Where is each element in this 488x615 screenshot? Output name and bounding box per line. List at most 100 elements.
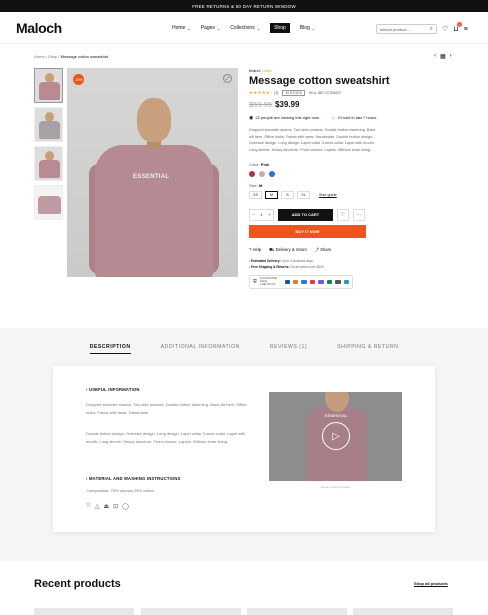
search-placeholder: search product...	[380, 27, 410, 32]
eye-icon: ◉	[249, 115, 254, 121]
thumbnail[interactable]	[34, 68, 63, 103]
color-swatch[interactable]	[269, 170, 275, 177]
cart-count-badge: 1	[456, 22, 462, 27]
size-label-text: Size:	[249, 182, 258, 188]
chevron-right-icon[interactable]: ›	[450, 53, 452, 60]
dry-clean-icon: ◯	[122, 504, 129, 510]
iron-icon: ⏏	[103, 504, 110, 510]
sold-count: ♨ 24 sold in last 7 hours	[331, 115, 376, 121]
review-count[interactable]: (3)	[274, 91, 278, 95]
nav-item-blog[interactable]: Blog ⌄	[300, 25, 315, 31]
wash-icon: ⛆	[86, 503, 91, 509]
recent-product-card[interactable]	[141, 608, 241, 615]
selected-size: M	[259, 182, 263, 188]
buy-now-button[interactable]: BUY IT NOW	[249, 224, 366, 238]
live-stats: ◉ 22 people are viewing this right now ♨ 2…	[249, 115, 459, 121]
announcement-bar: FREE RETURNS & 60 DAY RETURN WINDOW	[0, 0, 488, 12]
search-input[interactable]: search product... ⌕	[376, 24, 437, 34]
zoom-icon[interactable]: ⤢	[223, 74, 232, 83]
size-option[interactable]: XL	[297, 190, 310, 199]
product-main-image[interactable]: ESSENTIAL -15% ⤢	[67, 68, 238, 277]
nav-label: Collections	[230, 25, 255, 31]
menu-icon[interactable]: ≡	[464, 26, 468, 33]
product-tabs: DESCRIPTION ADDITIONAL INFORMATION REVIE…	[0, 344, 488, 354]
plus-icon[interactable]: +	[268, 212, 270, 217]
chevron-left-icon[interactable]: ‹	[434, 53, 436, 60]
product-description: Dropped shoulder seams. Two side pockets…	[249, 128, 376, 152]
breadcrumb-home[interactable]: Home	[34, 54, 45, 59]
thumbnail[interactable]	[34, 185, 63, 220]
safe-checkout-box: ⛨ GUARANTEE SAFE CHECKOUT	[249, 274, 353, 289]
nav-item-collections[interactable]: Collections ⌄	[230, 25, 260, 31]
thumbnail[interactable]	[34, 146, 63, 181]
thumbnail[interactable]	[34, 107, 63, 142]
useful-info-text: Dropped shoulder seams. Two side pockets…	[86, 402, 247, 415]
thumbnail-image	[39, 121, 60, 139]
delivery-text: Delivery & return	[275, 246, 307, 252]
tab-description[interactable]: DESCRIPTION	[89, 344, 131, 354]
help-link[interactable]: ? Help	[249, 247, 261, 252]
header-icons: ♡ ⊔ 1 ≡	[442, 22, 468, 33]
product-links: ? Help ⛟ Delivery & return ⤴ Share	[249, 247, 459, 253]
play-icon[interactable]: ▷	[322, 422, 350, 450]
rating-row: ★★★★★ (3) IN STOCK SKU: 887-G7006427	[249, 90, 459, 96]
search-icon[interactable]: ⌕	[430, 26, 433, 33]
breadcrumb-shop[interactable]: Shop	[48, 54, 57, 59]
more-icon[interactable]: ⋯	[353, 208, 365, 221]
tab-shipping-return[interactable]: SHIPPING & RETURN	[337, 344, 398, 354]
share-icon: ⤴	[314, 246, 319, 252]
shield-icon: ⛨	[253, 278, 257, 285]
color-swatch[interactable]	[259, 170, 265, 177]
wishlist-icon[interactable]: ♡	[337, 208, 349, 221]
chevron-down-icon: ⌄	[216, 25, 221, 31]
viewing-count: ◉ 22 people are viewing this right now	[249, 115, 319, 121]
nav-item-pages[interactable]: Pages ⌄	[201, 25, 221, 31]
tab-panel: › USEFUL INFORMATION Dropped shoulder se…	[53, 366, 435, 532]
size-option[interactable]: S	[281, 190, 294, 199]
product-brand: Brand: Lolita	[249, 68, 459, 73]
sku: SKU: 887-G7006427	[308, 91, 342, 95]
tab-reviews[interactable]: REVIEWS (1)	[270, 344, 307, 354]
cart-icon[interactable]: ⊔ 1	[453, 22, 462, 33]
fire-icon: ♨	[330, 115, 336, 121]
announcement-text: FREE RETURNS & 60 DAY RETURN WINDOW	[192, 3, 296, 9]
product-info: Brand: Lolita Message cotton sweatshirt …	[249, 68, 459, 289]
product-video[interactable]: ESSENTIAL ▷	[269, 392, 402, 481]
buy-row: − 1 + ADD TO CART ♡ ⋯	[249, 208, 459, 221]
sold-text: 24 sold in last 7 hours	[337, 115, 377, 120]
color-swatch[interactable]	[249, 170, 255, 177]
site-logo[interactable]: Maloch	[16, 20, 62, 36]
heart-icon[interactable]: ♡	[442, 25, 448, 33]
chevron-down-icon: ⌄	[256, 25, 261, 31]
model-sweatshirt	[95, 145, 213, 277]
minus-icon[interactable]: −	[253, 212, 255, 217]
material-heading: › MATERIAL AND WASHING INSTRUCTIONS	[86, 476, 181, 481]
payment-icon	[326, 279, 333, 284]
viewing-text: 22 people are viewing this right now	[255, 115, 319, 120]
size-option[interactable]: XS	[249, 190, 262, 199]
nav-item-shop[interactable]: Shop	[270, 23, 290, 33]
recent-product-card[interactable]	[34, 608, 134, 615]
tumble-dry-icon: ⊡	[113, 504, 119, 510]
material-title: MATERIAL AND WASHING INSTRUCTIONS	[88, 476, 181, 481]
nav-label: Blog	[299, 25, 310, 31]
tab-additional-information[interactable]: ADDITIONAL INFORMATION	[161, 344, 240, 354]
recent-product-card[interactable]	[353, 608, 453, 615]
video-caption: Some model's product	[320, 485, 351, 489]
composition-text: Composition: 75% viscose,25% cotton	[86, 488, 155, 493]
nav-item-home[interactable]: Home ⌄	[172, 25, 191, 31]
grid-icon[interactable]: ▦	[440, 53, 446, 60]
delivery-link[interactable]: ⛟ Delivery & return	[269, 247, 307, 253]
meta-value: On all orders over $200	[290, 264, 324, 269]
shop-all-link[interactable]: Shop all products	[414, 581, 448, 586]
question-icon: ?	[249, 247, 252, 253]
share-link[interactable]: ⤴ Share	[315, 247, 332, 253]
size-option[interactable]: M	[265, 190, 278, 199]
brand-link[interactable]: Lolita	[262, 68, 272, 73]
recent-product-card[interactable]	[247, 608, 347, 615]
quantity-value[interactable]: 1	[260, 212, 262, 217]
size-guide-link[interactable]: Size guide	[319, 193, 337, 197]
quantity-stepper[interactable]: − 1 +	[249, 208, 274, 221]
add-to-cart-button[interactable]: ADD TO CART	[278, 208, 333, 221]
payment-icon	[284, 279, 290, 284]
